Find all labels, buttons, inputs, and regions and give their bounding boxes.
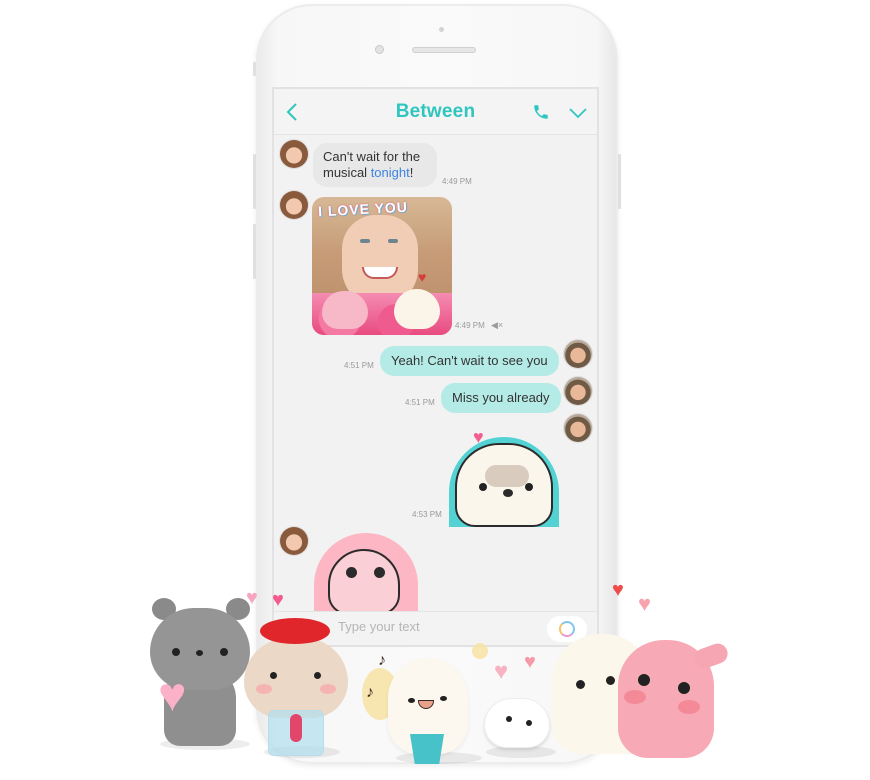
mute-switch — [253, 62, 256, 76]
cat-eye — [270, 672, 277, 679]
phone-icon — [534, 105, 548, 119]
white-ghost-character — [484, 698, 554, 748]
red-tie — [290, 714, 302, 742]
pup-eye — [606, 676, 615, 685]
speaker-muted-icon[interactable]: ◀× — [491, 320, 503, 331]
volume-down-button — [253, 224, 256, 279]
chevron-down-icon — [569, 108, 587, 119]
message-bubble-incoming[interactable]: Can't wait for the musical tonight! — [313, 143, 437, 187]
my-avatar[interactable] — [564, 340, 592, 368]
power-button — [618, 154, 621, 209]
cat-head — [244, 638, 348, 718]
seal-cheek — [678, 700, 700, 714]
heart-icon: ♥ — [638, 591, 652, 616]
seal-eye — [638, 674, 650, 686]
ghost-eye — [526, 720, 532, 726]
bear-eye — [525, 483, 533, 491]
message-text-end: ! — [409, 165, 414, 180]
cat-eye — [314, 672, 321, 679]
partner-avatar[interactable] — [280, 140, 308, 168]
cat-in-jar-character — [244, 618, 350, 760]
seal-eye — [678, 682, 690, 694]
heart-icon: ♥ — [524, 651, 536, 673]
volume-up-button — [253, 154, 256, 209]
bear-nose — [503, 489, 513, 497]
message-link[interactable]: tonight — [371, 165, 410, 180]
bird-eye — [440, 696, 447, 701]
cat-cheek — [256, 684, 272, 694]
chat-header: Between — [274, 89, 597, 135]
my-avatar[interactable] — [564, 377, 592, 405]
bear-eye — [172, 648, 180, 656]
bird-eye — [408, 698, 415, 703]
bear-eye — [220, 648, 228, 656]
proximity-sensor — [439, 27, 444, 32]
heart-icon: ♥ — [473, 427, 484, 447]
photo-message[interactable]: I LOVE YOU ♥ — [312, 197, 452, 335]
seal-cheek — [624, 690, 646, 704]
message-bubble-outgoing[interactable]: Miss you already — [441, 383, 561, 413]
bear-nose — [196, 650, 203, 656]
message-timestamp: 4:51 PM — [405, 398, 435, 407]
menu-dropdown-button[interactable] — [568, 106, 588, 120]
cat-cheek — [320, 684, 336, 694]
message-timestamp: 4:49 PM — [455, 321, 485, 330]
heart-icon: ♥ — [246, 587, 258, 609]
bear-head — [455, 443, 553, 527]
red-hat — [260, 618, 330, 644]
message-bubble-outgoing[interactable]: Yeah! Can't wait to see you — [380, 346, 559, 376]
white-bear-sticker[interactable]: ♥ — [449, 427, 559, 527]
pink-seal-sticker[interactable] — [314, 533, 418, 617]
seal-eye — [346, 567, 357, 578]
message-timestamp: 4:51 PM — [344, 361, 374, 370]
partner-avatar[interactable] — [280, 527, 308, 555]
music-note-icon: ♪ — [378, 652, 386, 669]
photo-seal-character — [322, 291, 368, 329]
photo-pup-character — [394, 289, 440, 329]
ghost-body — [484, 698, 550, 748]
my-avatar[interactable] — [564, 414, 592, 442]
heart-icon: ♥ — [494, 658, 509, 685]
white-bird-character — [388, 658, 478, 764]
heart-icon: ♥ — [272, 589, 284, 611]
hugging-couple-characters — [552, 616, 732, 758]
seal-eye — [374, 567, 385, 578]
message-timestamp: 4:49 PM — [442, 177, 472, 186]
music-blob — [472, 643, 488, 659]
heart-icon: ♥ — [612, 579, 624, 601]
bear-eye — [479, 483, 487, 491]
message-input[interactable]: Type your text — [338, 619, 420, 634]
partner-avatar[interactable] — [280, 191, 308, 219]
bear-patch — [485, 465, 529, 487]
music-note-icon: ♪ — [366, 684, 374, 701]
photo-eye — [360, 239, 370, 243]
call-button[interactable] — [532, 103, 550, 121]
gray-bear-character: ♥ — [150, 598, 254, 748]
seal-head — [328, 549, 400, 615]
chat-screen: Between Can't wait for the musical tonig… — [272, 87, 599, 647]
ghost-eye — [506, 716, 512, 722]
heart-icon: ♥ — [158, 669, 187, 722]
heart-icon: ♥ — [418, 269, 427, 285]
pup-eye — [576, 680, 585, 689]
front-camera — [375, 45, 384, 54]
photo-eye — [388, 239, 398, 243]
message-timestamp: 4:53 PM — [412, 510, 442, 519]
teal-cup — [410, 734, 444, 764]
earpiece-speaker — [412, 47, 476, 53]
